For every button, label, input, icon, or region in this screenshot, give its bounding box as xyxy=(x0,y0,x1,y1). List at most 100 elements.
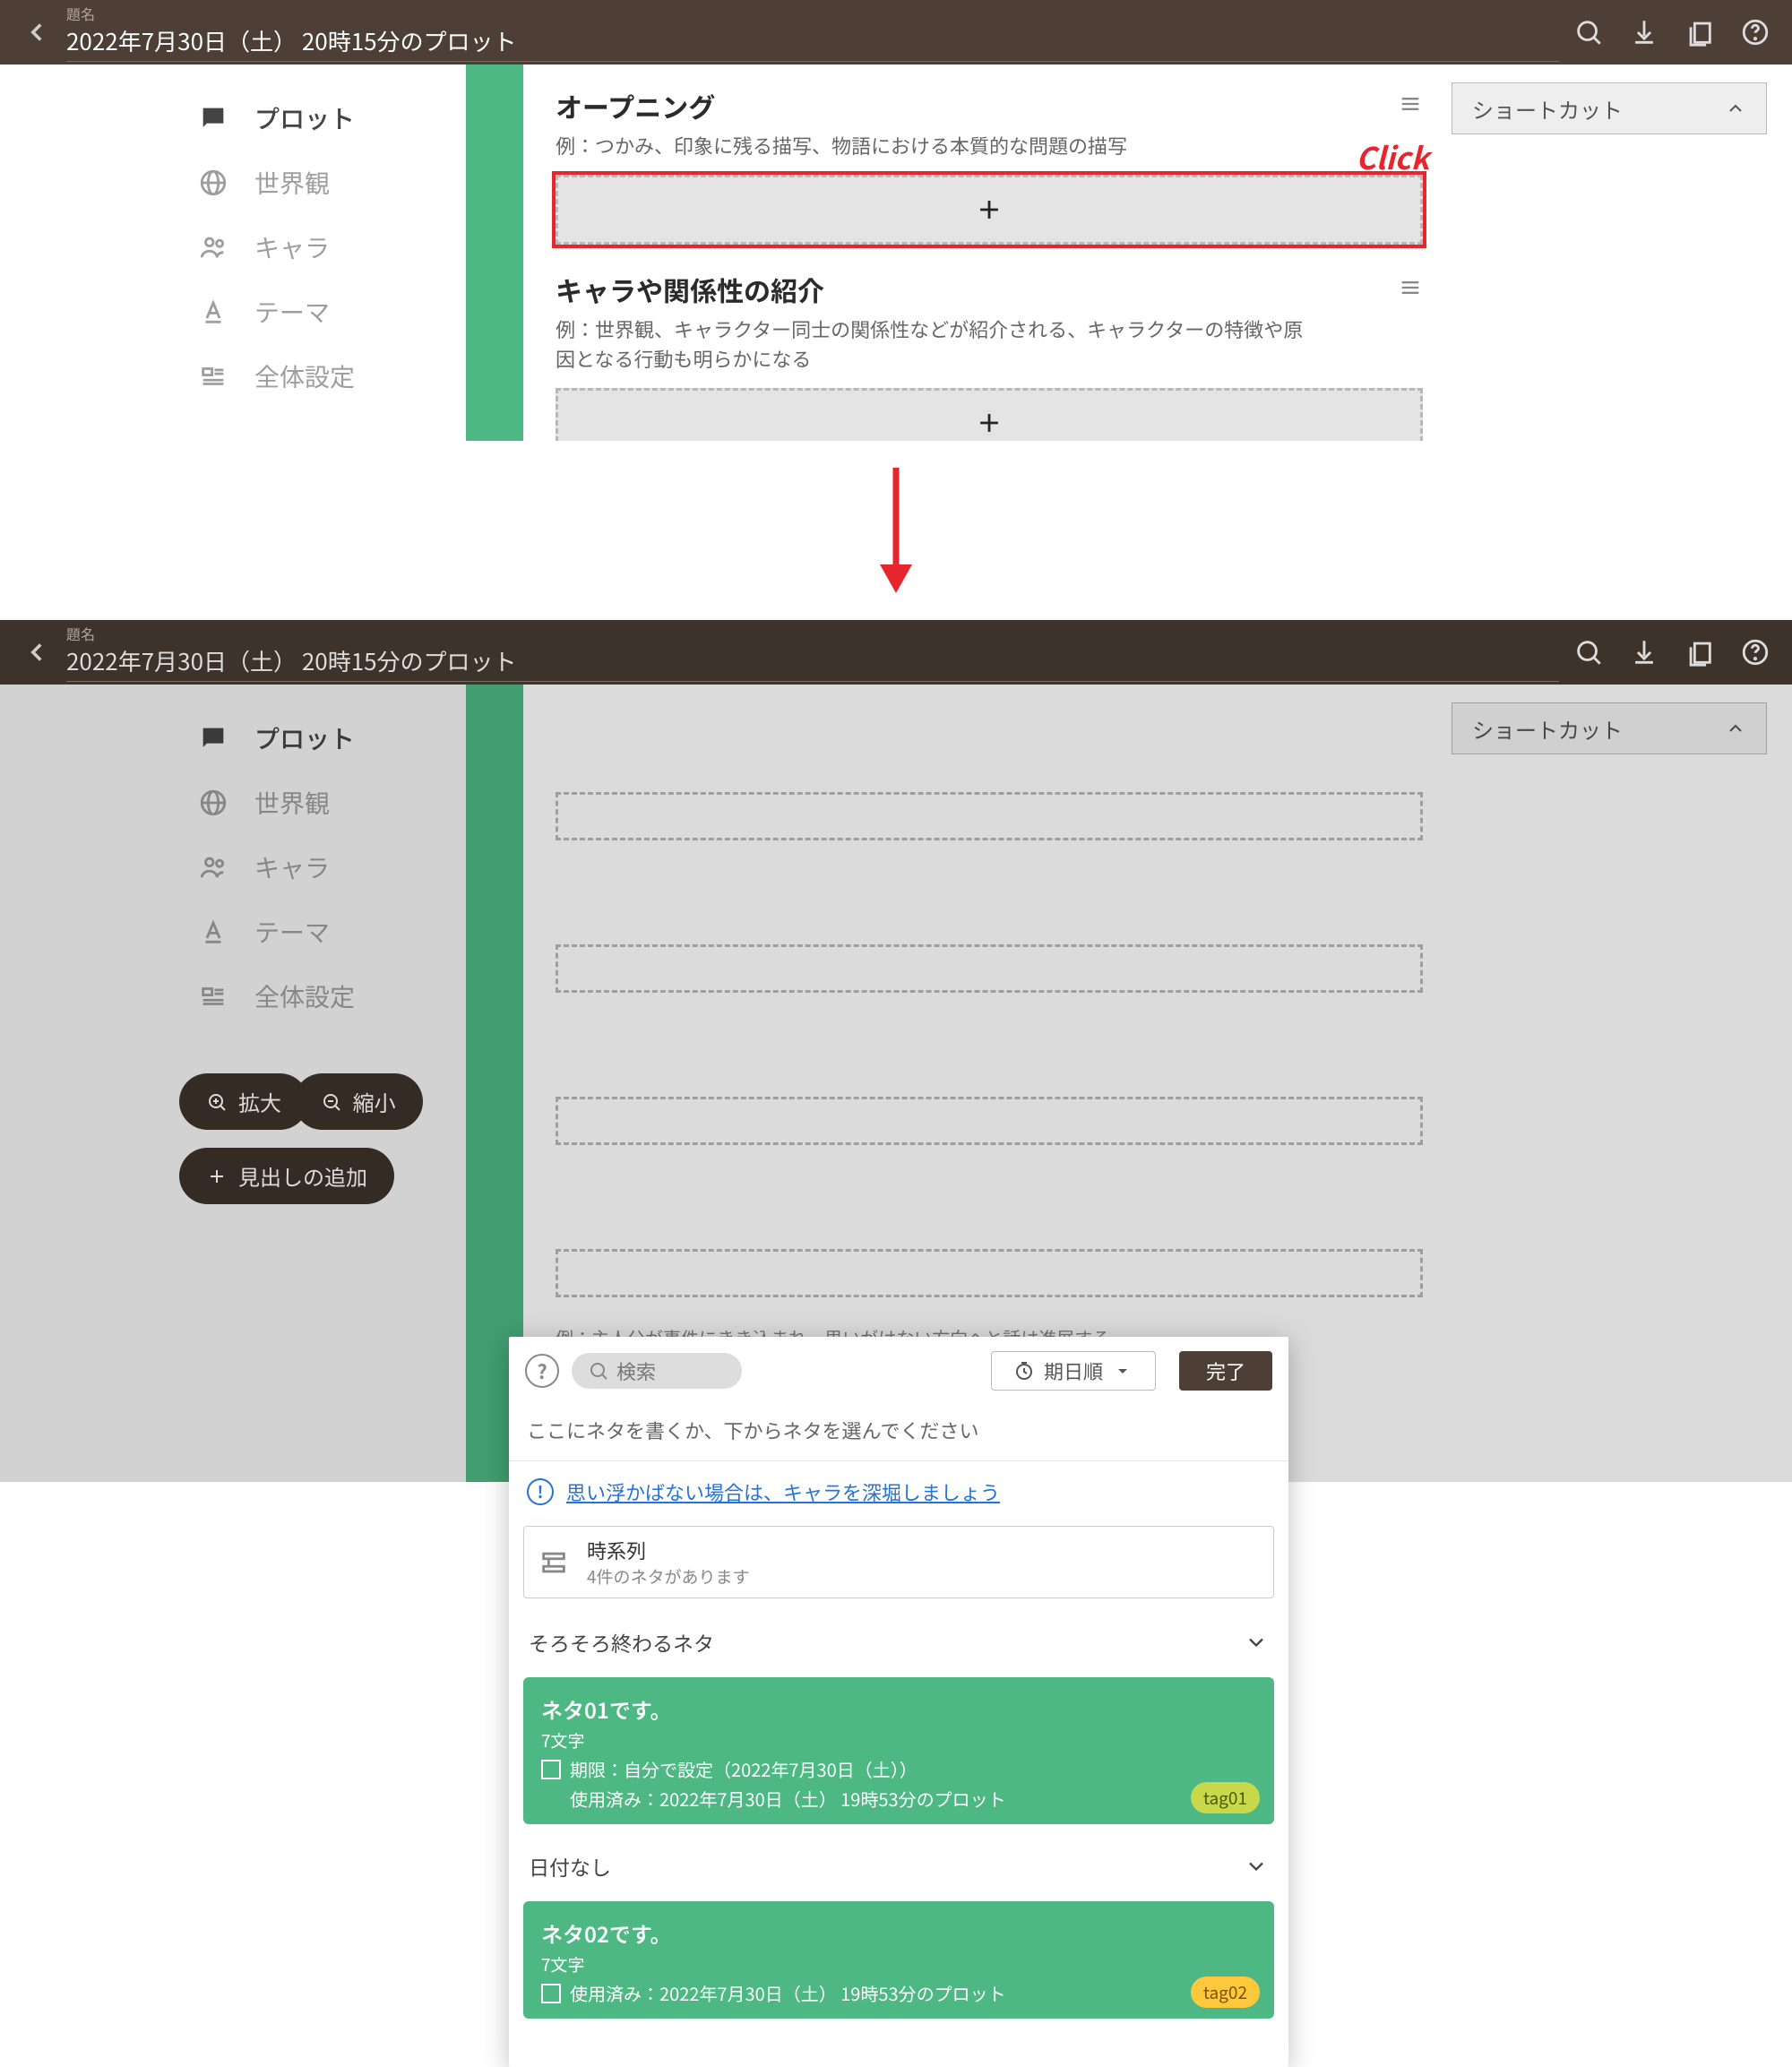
topbar: 題名 2022年7月30日（土） 20時15分のプロット xyxy=(0,0,1792,65)
sidebar-item-plot[interactable]: プロット xyxy=(197,86,466,151)
reorder-icon[interactable] xyxy=(1398,91,1423,121)
title-value: 2022年7月30日（土） 20時15分のプロット xyxy=(66,24,1559,57)
help-icon[interactable]: ? xyxy=(525,1354,559,1388)
sidebar: プロット 世界観 キャラ テーマ 全体設定 拡大 xyxy=(0,685,466,1482)
ghost-zone xyxy=(556,944,1423,993)
add-heading-button[interactable]: 見出しの追加 xyxy=(179,1148,394,1204)
ghost-zone xyxy=(556,1249,1423,1297)
search-icon xyxy=(588,1360,609,1382)
sidebar-item-label: プロット xyxy=(254,100,355,136)
chevron-up-icon xyxy=(1725,98,1746,119)
shortcut-dropdown[interactable]: ショートカット xyxy=(1452,82,1767,134)
search-placeholder: 検索 xyxy=(616,1356,656,1385)
neta-card-1[interactable]: ネタ01です。 7文字 期限：自分で設定（2022年7月30日（土）） 使用済み… xyxy=(523,1677,1274,1824)
search-icon[interactable] xyxy=(1573,637,1604,667)
shortcut-dropdown[interactable]: ショートカット xyxy=(1452,702,1767,754)
sidebar-item-label: キャラ xyxy=(254,849,330,885)
sidebar-item-label: 全体設定 xyxy=(254,978,355,1014)
library-icon[interactable] xyxy=(1684,637,1715,667)
sidebar-item-label: プロット xyxy=(254,720,355,756)
title-label: 題名 xyxy=(66,623,1559,644)
timeline-subtitle: 4件のネタがあります xyxy=(587,1564,750,1589)
add-zone-opening[interactable]: Click xyxy=(556,175,1423,245)
chevron-down-icon xyxy=(1244,1854,1269,1879)
settings-icon xyxy=(197,360,229,392)
sidebar-item-label: 世界観 xyxy=(254,165,330,201)
modal-hint: ここにネタを書くか、下からネタを選んでください xyxy=(509,1405,1288,1460)
sidebar-item-settings[interactable]: 全体設定 xyxy=(197,344,466,409)
shortcut-label: ショートカット xyxy=(1472,713,1623,745)
timeline-box[interactable]: 時系列 4件のネタがあります xyxy=(523,1526,1274,1598)
neta-card-2[interactable]: ネタ02です。 7文字 使用済み：2022年7月30日（土） 19時53分のプロ… xyxy=(523,1901,1274,2019)
reorder-icon[interactable] xyxy=(1398,275,1423,305)
settings-icon xyxy=(197,980,229,1012)
info-link[interactable]: 思い浮かばない場合は、キャラを深堀しましょう xyxy=(566,1477,1000,1506)
checkbox[interactable] xyxy=(541,1760,561,1779)
sidebar-item-settings[interactable]: 全体設定 xyxy=(197,964,466,1029)
title-block[interactable]: 題名 2022年7月30日（土） 20時15分のプロット xyxy=(66,3,1559,62)
card-used: 使用済み：2022年7月30日（土） 19時53分のプロット xyxy=(570,1786,1006,1812)
card-title: ネタ02です。 xyxy=(541,1917,1256,1949)
ghost-zone xyxy=(556,1097,1423,1145)
right-column: ショートカット xyxy=(1452,685,1792,1482)
sidebar-item-chara[interactable]: キャラ xyxy=(197,835,466,900)
title-block[interactable]: 題名 2022年7月30日（土） 20時15分のプロット xyxy=(66,623,1559,682)
help-icon[interactable] xyxy=(1740,637,1770,667)
sidebar-item-chara[interactable]: キャラ xyxy=(197,215,466,280)
info-row[interactable]: ! 思い浮かばない場合は、キャラを深堀しましょう xyxy=(509,1461,1288,1522)
globe-icon xyxy=(197,167,229,199)
title-label: 題名 xyxy=(66,3,1559,24)
sidebar-item-label: キャラ xyxy=(254,229,330,265)
tag-chip[interactable]: tag01 xyxy=(1191,1782,1260,1813)
download-icon[interactable] xyxy=(1629,637,1659,667)
sidebar-item-theme[interactable]: テーマ xyxy=(197,280,466,344)
sort-button[interactable]: 期日順 xyxy=(991,1351,1156,1391)
search-input[interactable]: 検索 xyxy=(572,1353,742,1389)
app-frame-before: 題名 2022年7月30日（土） 20時15分のプロット プロット 世界観 キャ… xyxy=(0,0,1792,441)
topbar-actions xyxy=(1573,637,1770,667)
sidebar-item-world[interactable]: 世界観 xyxy=(197,771,466,835)
plus-icon xyxy=(206,1166,228,1187)
add-zone-chara[interactable] xyxy=(556,388,1423,441)
people-icon xyxy=(197,851,229,883)
timeline-title: 時系列 xyxy=(587,1536,750,1564)
globe-icon xyxy=(197,787,229,819)
sidebar-item-world[interactable]: 世界観 xyxy=(197,151,466,215)
done-button[interactable]: 完了 xyxy=(1179,1351,1272,1391)
group-ending-soon[interactable]: そろそろ終わるネタ xyxy=(509,1613,1288,1672)
right-column: ショートカット xyxy=(1452,65,1792,441)
green-strip xyxy=(466,65,523,441)
section-opening: オープニング 例：つかみ、印象に残る描写、物語における本質的な問題の描写 Cli… xyxy=(556,86,1423,245)
group-no-date[interactable]: 日付なし xyxy=(509,1837,1288,1896)
card-chars: 7文字 xyxy=(541,1952,1256,1977)
zoom-in-button[interactable]: 拡大 xyxy=(179,1073,308,1130)
help-icon[interactable] xyxy=(1740,17,1770,47)
download-icon[interactable] xyxy=(1629,17,1659,47)
section-title: キャラや関係性の紹介 xyxy=(556,270,1308,309)
sidebar-item-label: テーマ xyxy=(254,294,330,330)
sidebar-item-plot[interactable]: プロット xyxy=(197,706,466,771)
title-value: 2022年7月30日（土） 20時15分のプロット xyxy=(66,644,1559,677)
tag-chip[interactable]: tag02 xyxy=(1191,1977,1260,2008)
checkbox[interactable] xyxy=(541,1984,561,2003)
zoom-in-icon xyxy=(206,1091,228,1113)
chevron-down-icon xyxy=(1244,1630,1269,1655)
sidebar-item-theme[interactable]: テーマ xyxy=(197,900,466,964)
library-icon[interactable] xyxy=(1684,17,1715,47)
card-chars: 7文字 xyxy=(541,1728,1256,1753)
people-icon xyxy=(197,231,229,263)
chat-icon xyxy=(197,102,229,134)
sidebar: プロット 世界観 キャラ テーマ 全体設定 xyxy=(0,65,466,441)
back-button[interactable] xyxy=(22,637,52,667)
caret-down-icon xyxy=(1112,1360,1133,1382)
back-button[interactable] xyxy=(22,17,52,47)
click-label: Click xyxy=(1356,134,1429,178)
search-icon[interactable] xyxy=(1573,17,1604,47)
plus-icon xyxy=(974,194,1004,225)
clock-icon xyxy=(1013,1360,1035,1382)
text-format-icon xyxy=(197,916,229,948)
text-format-icon xyxy=(197,296,229,328)
section-desc: 例：世界観、キャラクター同士の関係性などが紹介される、キャラクターの特徴や原因と… xyxy=(556,314,1308,374)
chat-icon xyxy=(197,722,229,754)
zoom-out-button[interactable]: 縮小 xyxy=(294,1073,423,1130)
